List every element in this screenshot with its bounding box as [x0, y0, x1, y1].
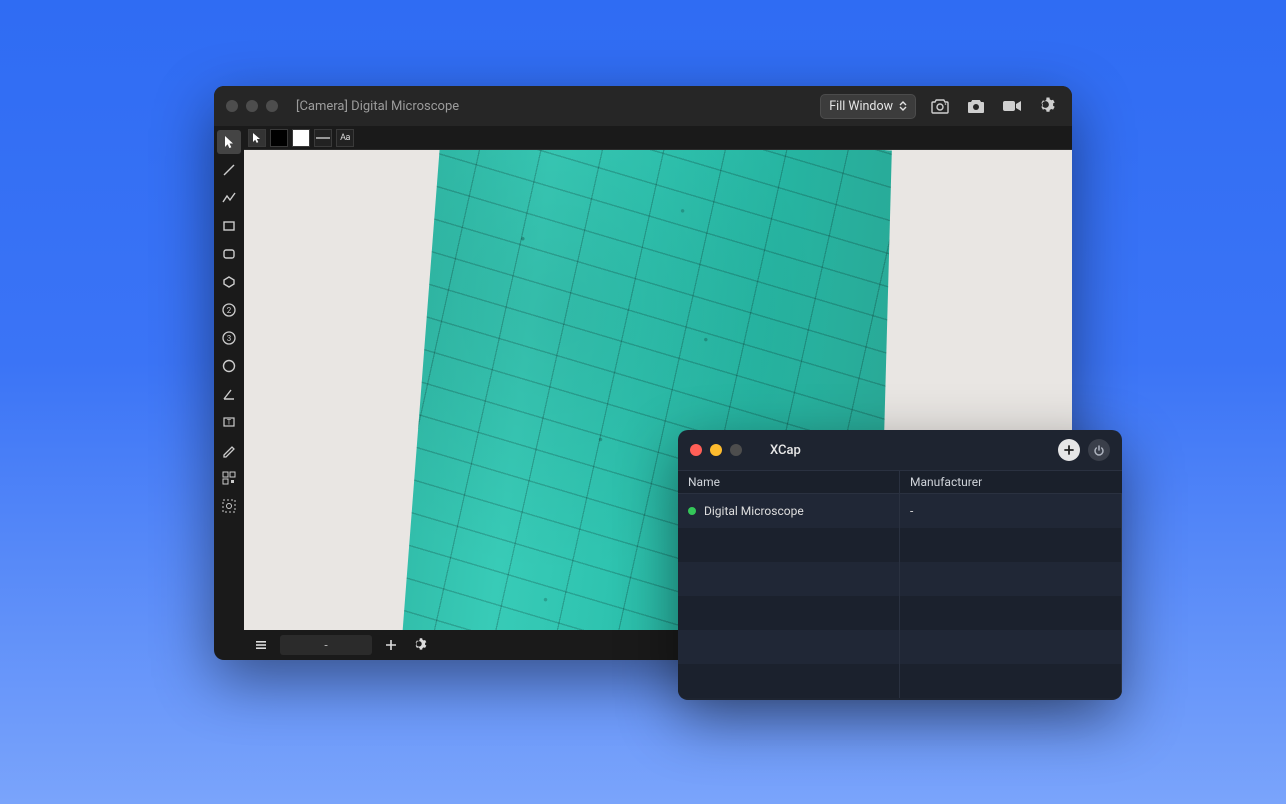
zoom-mode-select[interactable]: Fill Window [820, 94, 916, 119]
add-device-button[interactable] [1058, 439, 1080, 461]
circle-tool[interactable] [217, 354, 241, 378]
table-header-row: Name Manufacturer [678, 470, 1122, 494]
pencil-tool[interactable] [217, 438, 241, 462]
traffic-lights [226, 100, 278, 112]
status-indicator-icon [688, 507, 696, 515]
profile-name-value: - [324, 638, 327, 652]
minimize-window-button[interactable] [246, 100, 258, 112]
power-button[interactable] [1088, 439, 1110, 461]
chevron-updown-icon [899, 101, 907, 111]
xcap-window: XCap Name Manufacturer Digital Microscop… [678, 430, 1122, 700]
device-name: Digital Microscope [704, 504, 804, 518]
record-video-button[interactable] [1000, 94, 1024, 118]
zoom-mode-value: Fill Window [829, 99, 893, 114]
rounded-rectangle-tool[interactable] [217, 242, 241, 266]
close-window-button[interactable] [690, 444, 702, 456]
camera-titlebar: [Camera] Digital Microscope Fill Window [214, 86, 1072, 126]
svg-text:3: 3 [227, 334, 232, 343]
svg-text:T: T [227, 419, 232, 427]
xcap-title: XCap [770, 443, 801, 458]
angle-tool[interactable] [217, 382, 241, 406]
text-style-label: Aa [340, 133, 350, 143]
xcap-titlebar: XCap [678, 430, 1122, 470]
camera-focus-button[interactable] [928, 94, 952, 118]
annotation-toolbar: 2 3 T [214, 126, 244, 630]
counter-3-tool[interactable]: 3 [217, 326, 241, 350]
device-manufacturer: - [910, 504, 913, 518]
qr-tool[interactable] [217, 466, 241, 490]
counter-2-tool[interactable]: 2 [217, 298, 241, 322]
add-profile-button[interactable] [380, 634, 402, 656]
table-row [678, 664, 1122, 698]
column-header-name[interactable]: Name [678, 471, 900, 493]
table-body: Digital Microscope - [678, 494, 1122, 698]
polygon-tool[interactable] [217, 270, 241, 294]
settings-button[interactable] [1036, 94, 1060, 118]
annotation-options-bar: Aa [244, 126, 1072, 150]
window-title: [Camera] Digital Microscope [296, 99, 459, 114]
table-row [678, 562, 1122, 596]
text-box-tool[interactable]: T [217, 410, 241, 434]
minimize-window-button[interactable] [710, 444, 722, 456]
rectangle-tool[interactable] [217, 214, 241, 238]
zoom-window-button[interactable] [266, 100, 278, 112]
table-row [678, 630, 1122, 664]
pointer-option[interactable] [248, 129, 266, 147]
close-window-button[interactable] [226, 100, 238, 112]
text-style-option[interactable]: Aa [336, 129, 354, 147]
zoom-window-button[interactable] [730, 444, 742, 456]
traffic-lights [690, 444, 742, 456]
table-row [678, 528, 1122, 562]
device-table: Name Manufacturer Digital Microscope - [678, 470, 1122, 700]
profile-settings-button[interactable] [410, 634, 432, 656]
table-row[interactable]: Digital Microscope - [678, 494, 1122, 528]
polyline-tool[interactable] [217, 186, 241, 210]
stroke-weight-option[interactable] [314, 129, 332, 147]
snapshot-button[interactable] [964, 94, 988, 118]
line-tool[interactable] [217, 158, 241, 182]
svg-text:2: 2 [227, 306, 232, 315]
pointer-tool[interactable] [217, 130, 241, 154]
stroke-color-swatch[interactable] [270, 129, 288, 147]
column-header-manufacturer[interactable]: Manufacturer [900, 471, 1122, 493]
calibration-tool[interactable] [217, 494, 241, 518]
profile-list-button[interactable] [250, 634, 272, 656]
table-row [678, 596, 1122, 630]
profile-name-field[interactable]: - [280, 635, 372, 655]
fill-color-swatch[interactable] [292, 129, 310, 147]
